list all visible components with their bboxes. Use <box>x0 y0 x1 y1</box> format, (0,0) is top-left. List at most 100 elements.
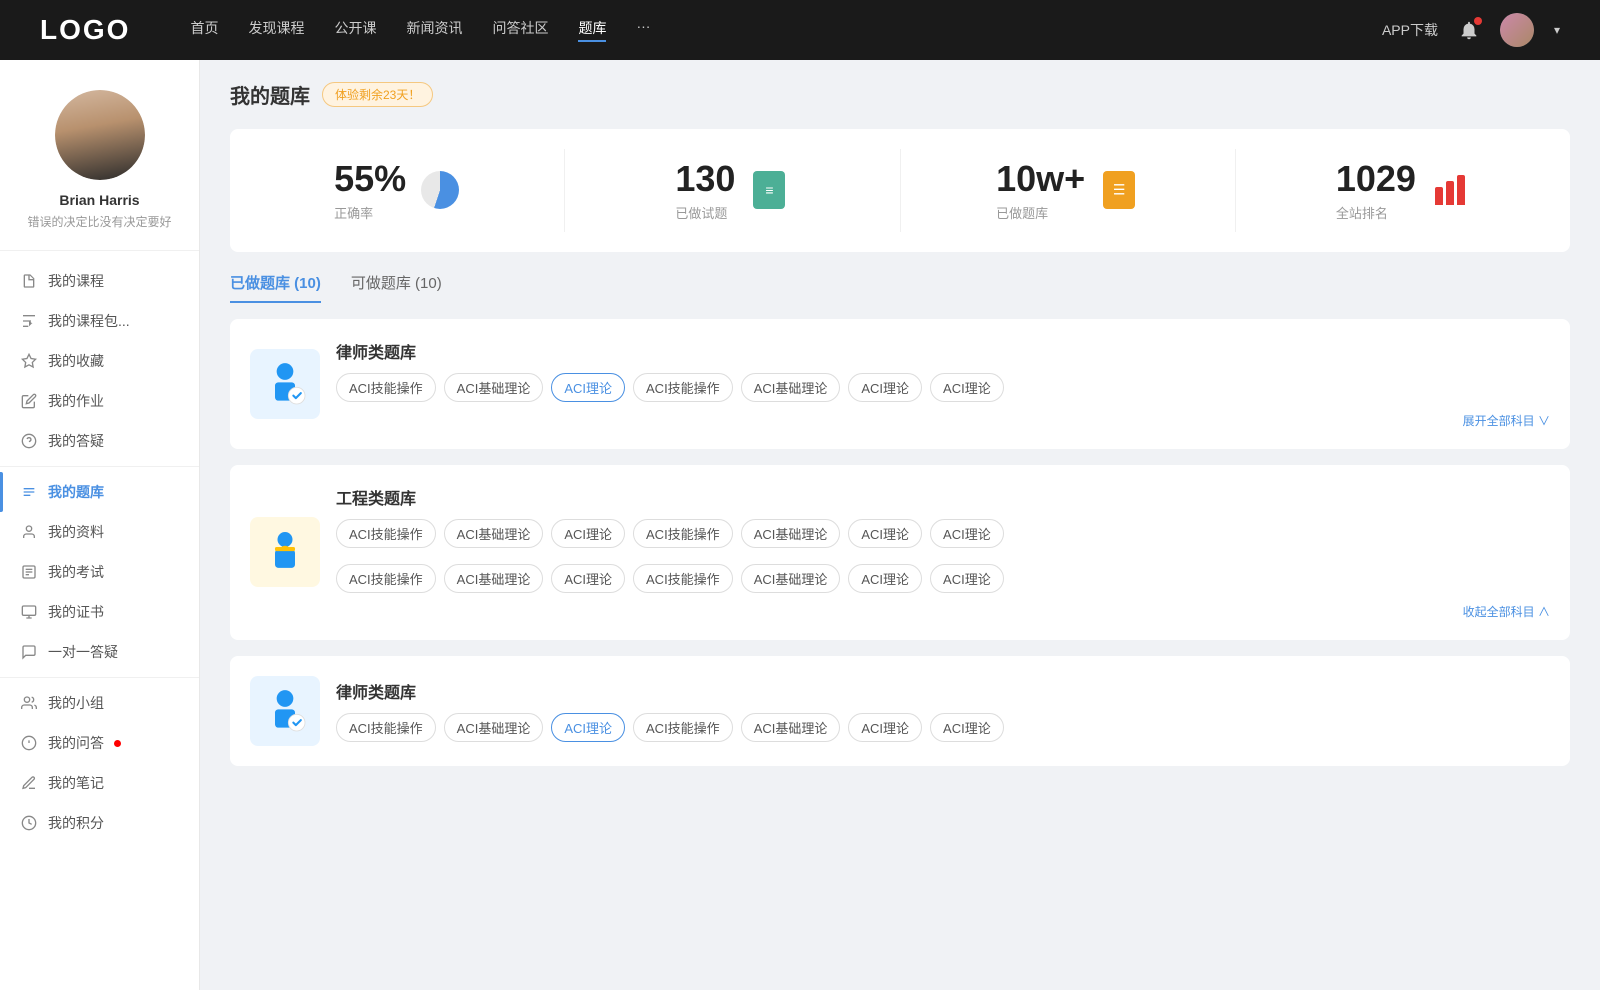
nav-quiz[interactable]: 题库 <box>578 18 606 42</box>
nav-discover[interactable]: 发现课程 <box>248 18 304 42</box>
sidebar-item-notes[interactable]: 我的笔记 <box>0 763 199 803</box>
sidebar-label-group: 我的小组 <box>48 693 104 713</box>
avatar-image <box>1500 13 1534 47</box>
tag-l2-6[interactable]: ACI理论 <box>930 713 1004 742</box>
quiz-expand-engineer-1[interactable]: 收起全部科目 ∧ <box>336 603 1550 620</box>
stat-done-questions: 130 已做试题 <box>565 149 900 232</box>
tag-e1-r1-3[interactable]: ACI技能操作 <box>633 519 733 548</box>
list-icon-wrapper <box>1099 170 1139 210</box>
stat-label-rank: 全站排名 <box>1336 203 1416 222</box>
tag-l1-1[interactable]: ACI基础理论 <box>444 373 544 402</box>
nav-news[interactable]: 新闻资讯 <box>406 18 462 42</box>
avatar-dropdown-arrow[interactable]: ▾ <box>1554 23 1560 37</box>
cert-icon <box>20 603 38 621</box>
sidebar-item-exam[interactable]: 我的考试 <box>0 552 199 592</box>
tag-l2-5[interactable]: ACI理论 <box>848 713 922 742</box>
quiz-expand-lawyer-1[interactable]: 展开全部科目 ∨ <box>336 412 1550 429</box>
avatar[interactable] <box>1500 13 1534 47</box>
tag-e1-r2-6[interactable]: ACI理论 <box>930 564 1004 593</box>
sidebar-item-certificate[interactable]: 我的证书 <box>0 592 199 632</box>
trial-badge: 体验剩余23天！ <box>322 82 433 107</box>
tag-l1-2[interactable]: ACI理论 <box>551 373 625 402</box>
note-icon <box>20 774 38 792</box>
tag-l1-4[interactable]: ACI基础理论 <box>741 373 841 402</box>
notification-bell[interactable] <box>1458 19 1480 41</box>
navbar: LOGO 首页 发现课程 公开课 新闻资讯 问答社区 题库 ··· APP下载 … <box>0 0 1600 60</box>
logo[interactable]: LOGO <box>40 14 130 46</box>
nav-home[interactable]: 首页 <box>190 18 218 42</box>
quiz-section-lawyer-2: 律师类题库 ACI技能操作 ACI基础理论 ACI理论 ACI技能操作 ACI基… <box>230 656 1570 766</box>
quiz-section-lawyer-1: 律师类题库 ACI技能操作 ACI基础理论 ACI理论 ACI技能操作 ACI基… <box>230 319 1570 449</box>
nav-qa[interactable]: 问答社区 <box>492 18 548 42</box>
quiz-tags-lawyer-2: ACI技能操作 ACI基础理论 ACI理论 ACI技能操作 ACI基础理论 AC… <box>336 713 1550 742</box>
page-wrapper: Brian Harris 错误的决定比没有决定要好 我的课程 我的课程包... <box>0 60 1600 990</box>
sidebar-item-group[interactable]: 我的小组 <box>0 683 199 723</box>
sidebar-item-my-qa[interactable]: 我的问答 <box>0 723 199 763</box>
sidebar-item-profile[interactable]: 我的资料 <box>0 512 199 552</box>
tag-e1-r2-4[interactable]: ACI基础理论 <box>741 564 841 593</box>
tag-l2-0[interactable]: ACI技能操作 <box>336 713 436 742</box>
sidebar-label-quiz-bank: 我的题库 <box>48 482 104 502</box>
navbar-right: APP下载 ▾ <box>1382 13 1560 47</box>
nav-open-course[interactable]: 公开课 <box>334 18 376 42</box>
sidebar-item-courses[interactable]: 我的课程 <box>0 261 199 301</box>
tag-l1-0[interactable]: ACI技能操作 <box>336 373 436 402</box>
group-icon <box>20 694 38 712</box>
quiz-tags-engineer-row2: ACI技能操作 ACI基础理论 ACI理论 ACI技能操作 ACI基础理论 AC… <box>336 564 1550 593</box>
tag-l1-5[interactable]: ACI理论 <box>848 373 922 402</box>
quiz-content-engineer-1: ACI技能操作 ACI基础理论 ACI理论 ACI技能操作 ACI基础理论 AC… <box>336 519 1550 593</box>
star-icon <box>20 352 38 370</box>
sidebar-item-packages[interactable]: 我的课程包... <box>0 301 199 341</box>
nav-links: 首页 发现课程 公开课 新闻资讯 问答社区 题库 ··· <box>190 18 1382 42</box>
quiz-section-engineer-1: 工程类题库 ACI技能操作 ACI基础理论 ACI理论 ACI技能操作 ACI基… <box>230 465 1570 640</box>
engineer-svg-1 <box>260 527 310 577</box>
quiz-title-engineer-1: 工程类题库 <box>336 485 1550 509</box>
paper-icon <box>20 563 38 581</box>
sidebar-item-favorites[interactable]: 我的收藏 <box>0 341 199 381</box>
quiz-tags-lawyer-1: ACI技能操作 ACI基础理论 ACI理论 ACI技能操作 ACI基础理论 AC… <box>336 373 1550 402</box>
nav-more[interactable]: ··· <box>636 18 650 42</box>
tag-e1-r1-4[interactable]: ACI基础理论 <box>741 519 841 548</box>
sidebar-label-qa-answer: 我的答疑 <box>48 431 104 451</box>
stat-label-done-b: 已做题库 <box>996 203 1085 222</box>
tag-e1-r2-2[interactable]: ACI理论 <box>551 564 625 593</box>
tag-e1-r1-0[interactable]: ACI技能操作 <box>336 519 436 548</box>
sidebar-label-points: 我的积分 <box>48 813 104 833</box>
sidebar-label-favorites: 我的收藏 <box>48 351 104 371</box>
tag-l1-6[interactable]: ACI理论 <box>930 373 1004 402</box>
tag-e1-r2-5[interactable]: ACI理论 <box>848 564 922 593</box>
sidebar-item-homework[interactable]: 我的作业 <box>0 381 199 421</box>
tag-l2-2[interactable]: ACI理论 <box>551 713 625 742</box>
sidebar-item-qa-answer[interactable]: 我的答疑 <box>0 421 199 461</box>
quiz-title-lawyer-1: 律师类题库 <box>336 339 1550 363</box>
tag-e1-r1-5[interactable]: ACI理论 <box>848 519 922 548</box>
bar-chart-visual <box>1431 171 1469 209</box>
tag-e1-r2-1[interactable]: ACI基础理论 <box>444 564 544 593</box>
doc-icon <box>753 171 785 209</box>
tag-e1-r1-2[interactable]: ACI理论 <box>551 519 625 548</box>
sidebar-item-quiz-bank[interactable]: 我的题库 <box>0 472 199 512</box>
profile-name: Brian Harris <box>59 192 139 208</box>
score-icon <box>20 814 38 832</box>
tag-e1-r1-6[interactable]: ACI理论 <box>930 519 1004 548</box>
stat-done-banks: 10w+ 已做题库 <box>901 149 1236 232</box>
stat-number-done-b: 10w+ <box>996 159 1085 199</box>
tag-l2-4[interactable]: ACI基础理论 <box>741 713 841 742</box>
tag-e1-r1-1[interactable]: ACI基础理论 <box>444 519 544 548</box>
tab-todo[interactable]: 可做题库 (10) <box>351 272 442 303</box>
sidebar-profile: Brian Harris 错误的决定比没有决定要好 <box>0 90 199 251</box>
tag-e1-r2-0[interactable]: ACI技能操作 <box>336 564 436 593</box>
profile-avatar <box>55 90 145 180</box>
tabs-bar: 已做题库 (10) 可做题库 (10) <box>230 272 1570 303</box>
app-download[interactable]: APP下载 <box>1382 20 1438 40</box>
sidebar-item-points[interactable]: 我的积分 <box>0 803 199 843</box>
tag-l1-3[interactable]: ACI技能操作 <box>633 373 733 402</box>
engineer-icon-1 <box>250 517 320 587</box>
quiz-icon <box>20 483 38 501</box>
tab-done[interactable]: 已做题库 (10) <box>230 272 321 303</box>
tag-e1-r2-3[interactable]: ACI技能操作 <box>633 564 733 593</box>
tag-l2-1[interactable]: ACI基础理论 <box>444 713 544 742</box>
quiz-tags-engineer-row1: ACI技能操作 ACI基础理论 ACI理论 ACI技能操作 ACI基础理论 AC… <box>336 519 1550 548</box>
sidebar-item-1on1[interactable]: 一对一答疑 <box>0 632 199 672</box>
tag-l2-3[interactable]: ACI技能操作 <box>633 713 733 742</box>
